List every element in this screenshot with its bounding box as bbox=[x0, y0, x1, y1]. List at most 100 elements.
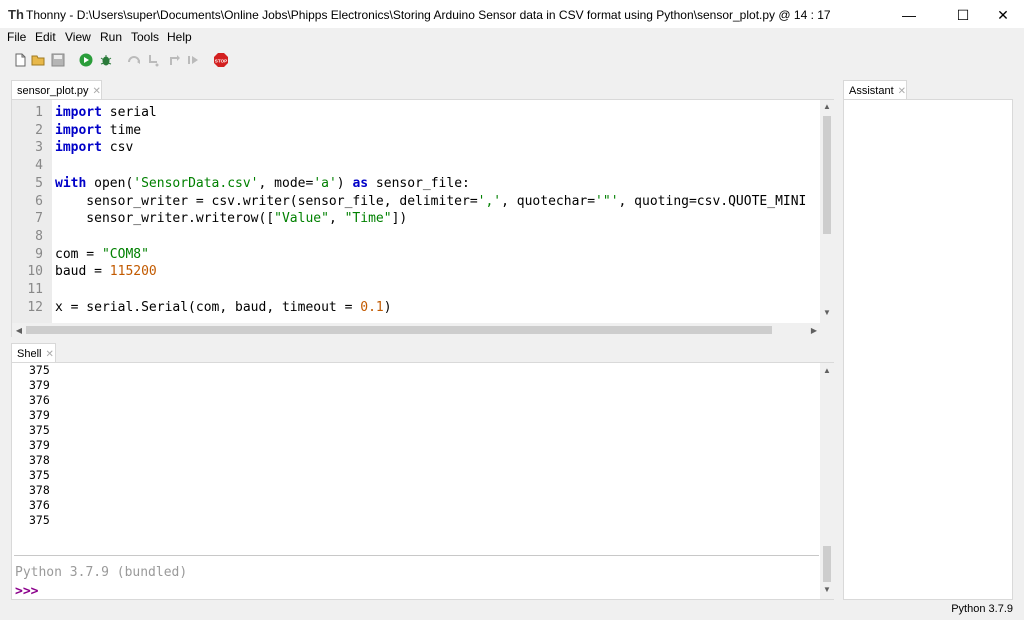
code-text: sensor_writer = csv.writer(sensor_file, … bbox=[55, 193, 478, 209]
code-text: sensor_writer.writerow([ bbox=[55, 211, 275, 227]
shell-output-line: 376 bbox=[29, 393, 50, 407]
editor-vertical-scrollbar[interactable]: ▲ ▼ bbox=[820, 100, 834, 323]
code-num: 115200 bbox=[109, 264, 157, 280]
step-into-icon[interactable] bbox=[146, 53, 160, 67]
scroll-thumb[interactable] bbox=[823, 546, 831, 582]
code-text: ) bbox=[383, 299, 392, 315]
interpreter-status[interactable]: Python 3.7.9 bbox=[951, 603, 1013, 615]
code-kw: as bbox=[352, 175, 369, 191]
scroll-thumb[interactable] bbox=[26, 326, 772, 334]
shell-output-line: 378 bbox=[29, 453, 50, 467]
code-text: time bbox=[101, 122, 142, 138]
shell-output-line: 376 bbox=[29, 498, 50, 512]
code-str: '"' bbox=[595, 193, 619, 209]
resume-icon[interactable] bbox=[186, 53, 200, 67]
shell-divider bbox=[14, 555, 819, 556]
tab-assistant[interactable]: Assistant ✕ bbox=[843, 80, 907, 100]
scroll-down-icon[interactable]: ▼ bbox=[821, 585, 833, 594]
scroll-left-icon[interactable]: ◀ bbox=[13, 326, 25, 335]
code-str: ',' bbox=[477, 193, 502, 209]
shell-panel[interactable]: 375 379 376 379 375 379 378 375 378 376 … bbox=[11, 362, 834, 600]
code-text: serial bbox=[101, 105, 157, 120]
code-line: x = serial.Serial(com, baud, timeout = 0… bbox=[55, 299, 392, 317]
code-kw: import bbox=[55, 105, 102, 120]
shell-output-line: 375 bbox=[29, 468, 50, 482]
step-over-icon[interactable] bbox=[127, 53, 141, 67]
menu-bar: File Edit View Run Tools Help bbox=[0, 28, 1024, 46]
save-icon[interactable] bbox=[51, 53, 65, 67]
shell-output-line: 375 bbox=[29, 363, 50, 377]
menu-run[interactable]: Run bbox=[100, 30, 122, 44]
code-text: , quoting=csv.QUOTE_MINI bbox=[618, 193, 807, 209]
tab-shell[interactable]: Shell ✕ bbox=[11, 343, 56, 363]
code-str: "Value" bbox=[274, 211, 329, 227]
tab-label: sensor_plot.py bbox=[17, 85, 89, 97]
tab-close-icon[interactable]: ✕ bbox=[45, 349, 53, 360]
code-str: "Time" bbox=[344, 211, 392, 227]
tab-label: Shell bbox=[17, 348, 42, 360]
code-kw: with bbox=[55, 175, 87, 191]
shell-output-line: 375 bbox=[29, 423, 50, 437]
shell-output-line: 379 bbox=[29, 408, 50, 422]
shell-output-line: 378 bbox=[29, 483, 50, 497]
tab-close-icon[interactable]: ✕ bbox=[93, 86, 101, 97]
tab-sensor-plot[interactable]: sensor_plot.py ✕ bbox=[11, 80, 102, 100]
shell-vertical-scrollbar[interactable]: ▲ ▼ bbox=[820, 363, 834, 599]
scroll-up-icon[interactable]: ▲ bbox=[821, 366, 833, 375]
code-str: 'SensorData.csv' bbox=[133, 175, 259, 191]
code-text: sensor_file: bbox=[368, 175, 470, 191]
code-line: sensor_writer = csv.writer(sensor_file, … bbox=[55, 193, 806, 211]
menu-file[interactable]: File bbox=[7, 30, 26, 44]
code-text: baud = bbox=[55, 264, 110, 280]
toolbar: STOP bbox=[0, 46, 1024, 74]
scroll-thumb[interactable] bbox=[823, 116, 831, 234]
code-text: open( bbox=[86, 175, 134, 191]
new-file-icon[interactable] bbox=[13, 53, 27, 67]
scroll-up-icon[interactable]: ▲ bbox=[821, 102, 833, 111]
code-area[interactable]: import serial import time import csv wit… bbox=[12, 100, 820, 323]
scroll-down-icon[interactable]: ▼ bbox=[821, 308, 833, 317]
shell-output-line: 379 bbox=[29, 438, 50, 452]
window-title: Thonny - D:\Users\super\Documents\Online… bbox=[26, 8, 831, 22]
python-version-text: Python 3.7.9 (bundled) bbox=[15, 565, 188, 580]
status-bar: Python 3.7.9 bbox=[0, 600, 1024, 620]
debug-icon[interactable] bbox=[99, 53, 113, 67]
open-folder-icon[interactable] bbox=[31, 53, 45, 67]
stop-icon-label: STOP bbox=[215, 58, 227, 63]
thonny-logo-icon: Th bbox=[8, 7, 24, 22]
shell-output-line: 379 bbox=[29, 378, 50, 392]
scroll-right-icon[interactable]: ▶ bbox=[808, 326, 820, 335]
code-line: with open('SensorData.csv', mode='a') as… bbox=[55, 175, 470, 193]
menu-edit[interactable]: Edit bbox=[35, 30, 56, 44]
code-str: "COM8" bbox=[101, 246, 149, 262]
code-line: baud = 115200 bbox=[55, 263, 157, 281]
close-button[interactable]: ✕ bbox=[980, 0, 1024, 30]
tab-label: Assistant bbox=[849, 85, 894, 97]
menu-view[interactable]: View bbox=[65, 30, 91, 44]
shell-output-line: 375 bbox=[29, 513, 50, 527]
minimize-button[interactable]: — bbox=[886, 0, 932, 30]
code-kw: import bbox=[55, 122, 102, 138]
code-text: , quotechar= bbox=[501, 193, 596, 209]
code-text: ]) bbox=[391, 211, 408, 227]
code-line: import serial bbox=[55, 104, 157, 122]
code-kw: import bbox=[55, 140, 102, 156]
shell-prompt[interactable]: >>> bbox=[15, 584, 38, 599]
tab-close-icon[interactable]: ✕ bbox=[898, 86, 906, 97]
code-line: com = "COM8" bbox=[55, 246, 149, 264]
editor-horizontal-scrollbar[interactable]: ◀ ▶ bbox=[12, 323, 834, 337]
step-out-icon[interactable] bbox=[167, 53, 181, 67]
code-str: 'a' bbox=[313, 175, 337, 191]
stop-icon[interactable]: STOP bbox=[213, 52, 229, 68]
code-text: csv bbox=[101, 140, 134, 156]
code-line: import time bbox=[55, 122, 141, 140]
menu-tools[interactable]: Tools bbox=[131, 30, 159, 44]
code-editor[interactable]: 1 2 3 4 5 6 7 8 9 10 11 12 import serial… bbox=[11, 99, 834, 337]
menu-help[interactable]: Help bbox=[167, 30, 192, 44]
code-text: , mode= bbox=[258, 175, 314, 191]
run-icon[interactable] bbox=[79, 53, 93, 67]
code-line: import csv bbox=[55, 139, 133, 157]
title-bar: Th Thonny - D:\Users\super\Documents\Onl… bbox=[0, 0, 1024, 30]
code-text: x = serial.Serial(com, baud, timeout = bbox=[55, 299, 361, 315]
code-text: , bbox=[328, 211, 345, 227]
